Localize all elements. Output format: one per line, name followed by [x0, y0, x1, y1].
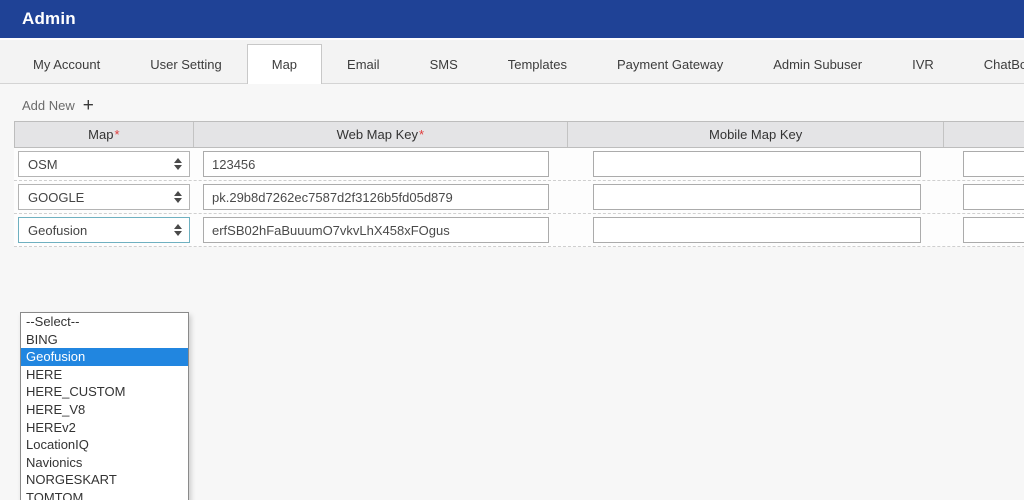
- dropdown-option-tomtom[interactable]: TOMTOM: [21, 489, 188, 500]
- extra-key-cell: [945, 214, 1024, 246]
- dropdown-option-locationiq[interactable]: LocationIQ: [21, 436, 188, 454]
- map-select-dropdown: --Select--BINGGeofusionHEREHERE_CUSTOMHE…: [20, 312, 189, 500]
- map-select-value: Geofusion: [28, 223, 87, 238]
- dropdown-option-here[interactable]: HERE: [21, 366, 188, 384]
- tab-map[interactable]: Map: [247, 44, 322, 84]
- dropdown-option-navionics[interactable]: Navionics: [21, 454, 188, 472]
- extra-key-cell: [945, 148, 1024, 180]
- dropdown-option-here-v8[interactable]: HERE_V8: [21, 401, 188, 419]
- map-select[interactable]: OSM: [18, 151, 190, 177]
- column-header-web-map-key: Web Map Key*: [194, 122, 568, 147]
- web-map-key-input[interactable]: [203, 184, 549, 210]
- tab-payment-gateway[interactable]: Payment Gateway: [592, 44, 748, 84]
- web-map-key-cell: [193, 214, 568, 246]
- column-label: Map: [88, 127, 113, 142]
- extra-key-input[interactable]: [963, 184, 1024, 210]
- tab-email[interactable]: Email: [322, 44, 405, 84]
- table-row: Geofusion: [14, 214, 1024, 247]
- tab-bar: My AccountUser SettingMapEmailSMSTemplat…: [0, 38, 1024, 84]
- page-title: Admin: [22, 9, 76, 29]
- map-keys-table: Map*Web Map Key*Mobile Map Key OSMGOOGLE…: [14, 121, 1024, 247]
- extra-key-input[interactable]: [963, 217, 1024, 243]
- extra-key-input[interactable]: [963, 151, 1024, 177]
- column-label: Mobile Map Key: [709, 127, 802, 142]
- table-row: GOOGLE: [14, 181, 1024, 214]
- column-header-map: Map*: [15, 122, 194, 147]
- required-asterisk: *: [114, 127, 119, 142]
- table-body: OSM GOOGLE Geofusion: [14, 148, 1024, 247]
- top-bar: Admin: [0, 0, 1024, 38]
- web-map-key-input[interactable]: [203, 151, 549, 177]
- dropdown-option-select[interactable]: --Select--: [21, 313, 188, 331]
- dropdown-option-here-custom[interactable]: HERE_CUSTOM: [21, 383, 188, 401]
- map-select-value: GOOGLE: [28, 190, 84, 205]
- mobile-map-key-cell: [568, 148, 945, 180]
- mobile-map-key-input[interactable]: [593, 217, 921, 243]
- required-asterisk: *: [419, 127, 424, 142]
- web-map-key-cell: [193, 148, 568, 180]
- tab-chatbot[interactable]: ChatBot: [959, 44, 1024, 84]
- mobile-map-key-input[interactable]: [593, 184, 921, 210]
- column-label: Web Map Key: [337, 127, 418, 142]
- column-header-mobile-map-key: Mobile Map Key: [568, 122, 944, 147]
- tab-templates[interactable]: Templates: [483, 44, 592, 84]
- table-row: OSM: [14, 148, 1024, 181]
- tab-admin-subuser[interactable]: Admin Subuser: [748, 44, 887, 84]
- dropdown-option-herev2[interactable]: HEREv2: [21, 419, 188, 437]
- mobile-map-key-input[interactable]: [593, 151, 921, 177]
- table-header-row: Map*Web Map Key*Mobile Map Key: [14, 121, 1024, 148]
- map-cell: OSM: [14, 148, 193, 180]
- map-cell: Geofusion: [14, 214, 193, 246]
- tab-my-account[interactable]: My Account: [8, 44, 125, 84]
- tab-user-setting[interactable]: User Setting: [125, 44, 247, 84]
- mobile-map-key-cell: [568, 214, 945, 246]
- map-select[interactable]: GOOGLE: [18, 184, 190, 210]
- map-settings-panel: Add New + Map*Web Map Key*Mobile Map Key…: [0, 84, 1024, 247]
- select-spinner-icon: [174, 158, 182, 170]
- mobile-map-key-cell: [568, 181, 945, 213]
- select-spinner-icon: [174, 191, 182, 203]
- add-new-label: Add New: [22, 98, 75, 113]
- dropdown-option-geofusion[interactable]: Geofusion: [21, 348, 188, 366]
- web-map-key-input[interactable]: [203, 217, 549, 243]
- map-select[interactable]: Geofusion: [18, 217, 190, 243]
- column-header-blank: [944, 122, 1024, 147]
- extra-key-cell: [945, 181, 1024, 213]
- map-select-value: OSM: [28, 157, 58, 172]
- plus-icon: +: [83, 99, 94, 113]
- tab-sms[interactable]: SMS: [405, 44, 483, 84]
- dropdown-option-bing[interactable]: BING: [21, 331, 188, 349]
- add-new-button[interactable]: Add New +: [22, 98, 132, 113]
- map-cell: GOOGLE: [14, 181, 193, 213]
- select-spinner-icon: [174, 224, 182, 236]
- dropdown-option-norgeskart[interactable]: NORGESKART: [21, 471, 188, 489]
- web-map-key-cell: [193, 181, 568, 213]
- tab-ivr[interactable]: IVR: [887, 44, 959, 84]
